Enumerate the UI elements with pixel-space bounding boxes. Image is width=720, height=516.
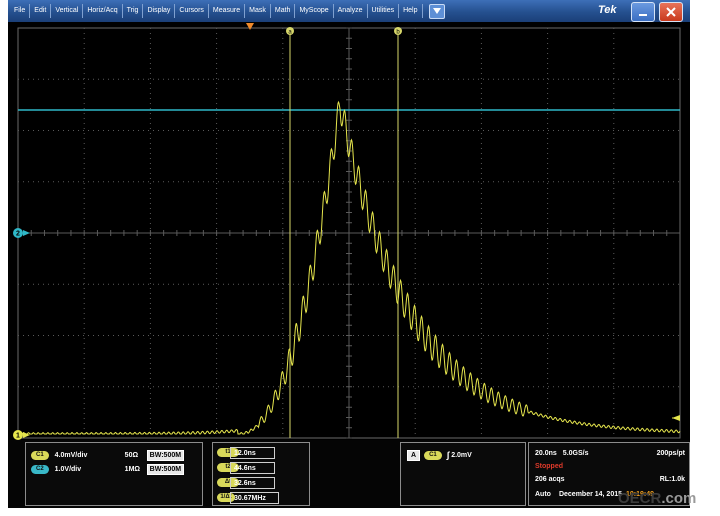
trigger-slope-icon: ∫ bbox=[446, 450, 450, 460]
ch2-bandwidth: W:500M bbox=[154, 465, 182, 473]
menu-horiz-acq[interactable]: Horiz/Acq bbox=[83, 4, 123, 18]
ch2-bandwidth-box: BW:500M bbox=[146, 463, 185, 475]
watermark-suffix: .com bbox=[661, 490, 697, 507]
brand-logo: Tek bbox=[598, 4, 617, 16]
minimize-icon bbox=[639, 14, 647, 16]
acqs-row: 206 acqs RL:1.0k bbox=[535, 473, 685, 485]
watermark: OECR.com bbox=[618, 490, 696, 507]
ch1-readout-row[interactable]: C1 4.0mV/div 50Ω BW:500M bbox=[31, 449, 185, 461]
ch2-scale: 1.0V/div bbox=[54, 465, 82, 473]
t1-value-box: 12.0ns bbox=[230, 447, 275, 459]
date: December 14, 2015 bbox=[558, 490, 622, 498]
menu-dropdown-button[interactable] bbox=[428, 3, 445, 19]
minimize-button[interactable] bbox=[631, 2, 655, 22]
ch1-scale: 4.0mV/div bbox=[54, 451, 88, 459]
menu-list: File Edit Vertical Horiz/Acq Trig Displa… bbox=[10, 0, 445, 22]
freq-value: 30.67MHz bbox=[234, 494, 266, 502]
time-resolution: 200ps/pt bbox=[656, 449, 685, 457]
menu-vertical[interactable]: Vertical bbox=[51, 4, 84, 18]
ch1-badge: C1 bbox=[31, 450, 49, 460]
trigger-row[interactable]: A C1 ∫ 2.0mV bbox=[407, 449, 472, 461]
acq-count: 206 acqs bbox=[535, 475, 565, 483]
menu-bar: File Edit Vertical Horiz/Acq Trig Displa… bbox=[8, 0, 690, 22]
ch1-bandwidth: W:500M bbox=[154, 451, 182, 459]
run-status-row: Stopped bbox=[535, 460, 563, 472]
dt-value-box: 32.6ns bbox=[230, 477, 275, 489]
t2-value: 44.6ns bbox=[234, 464, 256, 472]
ch1-impedance: 50Ω bbox=[124, 451, 139, 459]
watermark-brand: OECR bbox=[618, 490, 662, 507]
trigger-mode-auto: Auto bbox=[535, 490, 551, 498]
menu-cursors[interactable]: Cursors bbox=[175, 4, 209, 18]
menu-measure[interactable]: Measure bbox=[209, 4, 246, 18]
ch2-impedance: 1MΩ bbox=[124, 465, 141, 473]
trigger-readout-panel[interactable]: A C1 ∫ 2.0mV bbox=[400, 442, 526, 506]
cursor-readout-panel[interactable]: t1 12.0ns t2 44.6ns Δt 32.6ns 1/Δt 30.67… bbox=[212, 442, 310, 506]
channel-readout-panel[interactable]: C1 4.0mV/div 50Ω BW:500M C2 1.0V/div 1MΩ… bbox=[25, 442, 203, 506]
trigger-mode-box: A bbox=[407, 449, 421, 461]
ch1-bandwidth-box: BW:500M bbox=[146, 449, 185, 461]
menu-math[interactable]: Math bbox=[271, 4, 296, 18]
close-icon bbox=[666, 7, 676, 17]
menu-mask[interactable]: Mask bbox=[245, 4, 271, 18]
t2-value-box: 44.6ns bbox=[230, 462, 275, 474]
sample-rate: 5.0GS/s bbox=[562, 449, 589, 457]
menu-trig[interactable]: Trig bbox=[123, 4, 144, 18]
menu-myscope[interactable]: MyScope bbox=[295, 4, 334, 18]
ch2-marker-text: 2 bbox=[16, 231, 20, 238]
menu-analyze[interactable]: Analyze bbox=[334, 4, 368, 18]
t1-value: 12.0ns bbox=[234, 449, 256, 457]
run-status: Stopped bbox=[535, 462, 563, 470]
ch2-readout-row[interactable]: C2 1.0V/div 1MΩ BW:500M bbox=[31, 463, 185, 475]
dt-value: 32.6ns bbox=[234, 479, 256, 487]
menu-edit[interactable]: Edit bbox=[30, 4, 52, 18]
trigger-level: 2.0mV bbox=[451, 451, 472, 459]
timebase: 20.0ns bbox=[535, 449, 557, 457]
menu-display[interactable]: Display bbox=[143, 4, 176, 18]
menu-help[interactable]: Help bbox=[399, 4, 423, 18]
ch1-marker-text: 1 bbox=[16, 433, 20, 440]
waveform-display[interactable]: a b 2 1 bbox=[8, 22, 690, 440]
timebase-row: 20.0ns 5.0GS/s 200ps/pt bbox=[535, 447, 685, 459]
chevron-down-icon bbox=[432, 8, 441, 14]
menu-utilities[interactable]: Utilities bbox=[368, 4, 400, 18]
ch2-badge: C2 bbox=[31, 464, 49, 474]
menu-file[interactable]: File bbox=[10, 4, 31, 18]
trigger-source-badge: C1 bbox=[424, 450, 442, 460]
record-length: RL:1.0k bbox=[659, 475, 685, 483]
freq-value-box: 30.67MHz bbox=[230, 492, 279, 504]
close-button[interactable] bbox=[659, 2, 683, 22]
oscilloscope-window: File Edit Vertical Horiz/Acq Trig Displa… bbox=[8, 0, 690, 508]
graticule-svg: a b 2 1 bbox=[13, 23, 681, 440]
